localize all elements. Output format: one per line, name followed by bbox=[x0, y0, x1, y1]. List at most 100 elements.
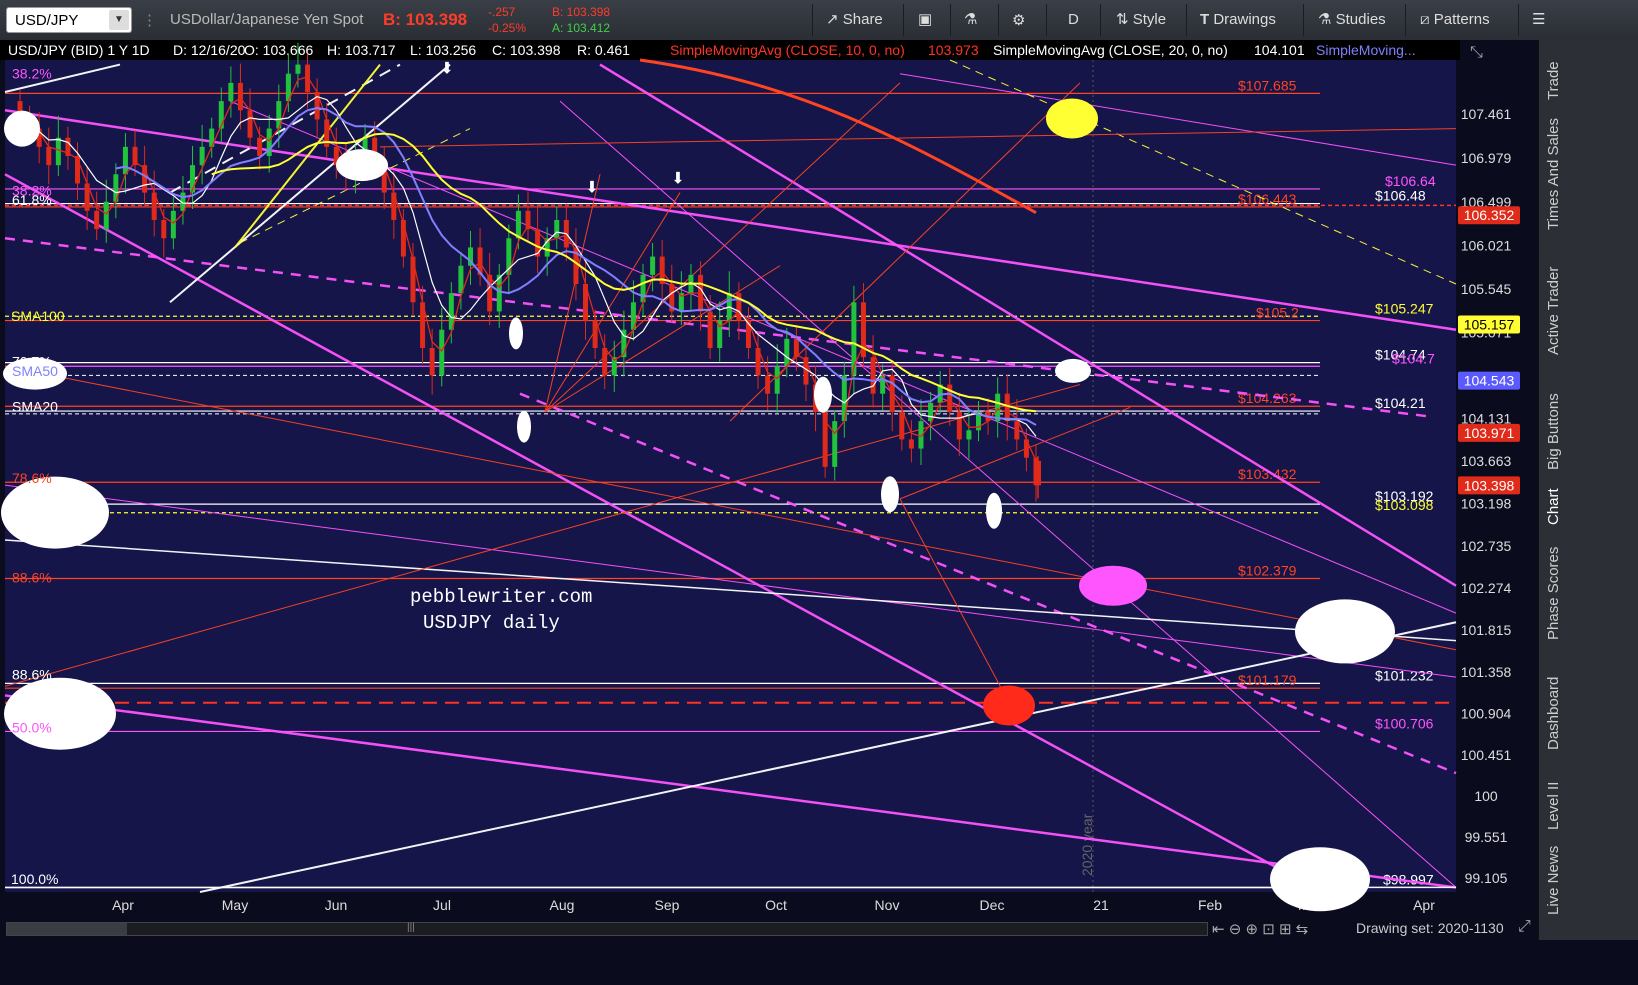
side-tab-active-trader[interactable]: Active Trader bbox=[1545, 267, 1562, 355]
price-level-label: $101.232 bbox=[1375, 667, 1434, 683]
candle-body bbox=[765, 375, 771, 394]
price-bubble-label: 104.543 bbox=[1464, 373, 1515, 389]
y-tick-label: 103.663 bbox=[1461, 453, 1512, 469]
x-tick-label: 21 bbox=[1093, 897, 1109, 913]
y-tick-label: 105.545 bbox=[1461, 281, 1512, 297]
left-level-label: 61.8% bbox=[12, 192, 52, 208]
collapse-icon: ⤡ bbox=[1470, 44, 1483, 61]
header-high: H: 103.717 bbox=[327, 42, 396, 58]
x-tick-label: Jun bbox=[325, 897, 348, 913]
x-tick-label: Oct bbox=[765, 897, 787, 913]
side-tab-level-ii[interactable]: Level II bbox=[1545, 770, 1562, 830]
zoom-controls[interactable]: ⇤ ⊖ ⊕ ⊡ ⊞ ⇆ bbox=[1212, 920, 1308, 938]
net-change: -.257 bbox=[488, 5, 516, 19]
studies-icon: ⚗ bbox=[1318, 11, 1336, 28]
menu-button[interactable]: ☰ bbox=[1532, 8, 1545, 32]
candle-body bbox=[295, 64, 301, 74]
watermark-line2: USDJPY daily bbox=[423, 612, 560, 634]
y-tick-label: 102.735 bbox=[1461, 538, 1512, 554]
side-tab-chart[interactable]: Chart bbox=[1545, 465, 1562, 525]
price-bubble-label: 103.971 bbox=[1464, 425, 1515, 441]
side-tab-dashboard[interactable]: Dashboard bbox=[1545, 677, 1562, 750]
down-arrow-marker: ⬇ bbox=[440, 61, 453, 78]
candle-body bbox=[228, 82, 234, 102]
share-button[interactable]: ↗ Share bbox=[826, 8, 883, 32]
header-sma10: SimpleMovingAvg (CLOSE, 10, 0, no) bbox=[670, 42, 905, 58]
y-tick-label: 102.274 bbox=[1461, 580, 1512, 596]
candle-body bbox=[410, 256, 416, 303]
camera-icon: ▣ bbox=[918, 11, 933, 28]
side-tab-times-and-sales[interactable]: Times And Sales bbox=[1545, 118, 1562, 230]
candle-body bbox=[1014, 421, 1020, 440]
price-bubble-label: 103.398 bbox=[1464, 477, 1515, 493]
candle-body bbox=[439, 329, 445, 376]
candle-body bbox=[650, 256, 656, 275]
top-toolbar: USD/JPY ▼ ⋮ USDollar/Japanese Yen Spot B… bbox=[0, 0, 1638, 41]
y-tick-label: 100.904 bbox=[1461, 705, 1512, 721]
style-button[interactable]: ⇅ Style bbox=[1116, 8, 1166, 32]
drawings-button[interactable]: T Drawings bbox=[1200, 8, 1276, 32]
y-tick-label: 106.979 bbox=[1461, 150, 1512, 166]
price-level-label: $103.432 bbox=[1238, 466, 1297, 482]
annotation-ellipse bbox=[4, 677, 116, 750]
header-open: O: 103.666 bbox=[244, 42, 313, 58]
snapshot-button[interactable]: ▣ bbox=[918, 8, 932, 32]
side-tab-phase-scores[interactable]: Phase Scores bbox=[1545, 547, 1562, 640]
symbol-input[interactable]: USD/JPY ▼ bbox=[6, 7, 132, 33]
side-tab-trade[interactable]: Trade bbox=[1545, 40, 1562, 100]
chart-svg[interactable]: USD/JPY (BID) 1 Y 1D D: 12/16/20O: 103.66… bbox=[0, 40, 1538, 940]
price-level-label: $102.379 bbox=[1238, 562, 1297, 578]
header-sma20: SimpleMovingAvg (CLOSE, 20, 0, no) bbox=[993, 42, 1228, 58]
drawing-set-label[interactable]: Drawing set: 2020-1130 bbox=[1356, 920, 1504, 936]
y-tick-label: 99.105 bbox=[1465, 870, 1508, 886]
price-level-label: $105.247 bbox=[1375, 300, 1434, 316]
period-button[interactable]: D bbox=[1068, 8, 1079, 32]
expand-icon[interactable]: ⤢ bbox=[1518, 918, 1531, 936]
x-tick-label: Nov bbox=[875, 897, 900, 913]
candle-body bbox=[602, 348, 608, 376]
chevron-down-icon[interactable]: ▼ bbox=[109, 10, 129, 30]
scrollbar-thumb[interactable] bbox=[7, 923, 127, 935]
header-sma-more: SimpleMoving... bbox=[1316, 42, 1416, 58]
candle-body bbox=[170, 210, 176, 239]
link-icon[interactable]: ⋮ bbox=[142, 11, 157, 29]
settings-button[interactable]: ⚙ bbox=[1012, 8, 1025, 32]
header-close: C: 103.398 bbox=[492, 42, 561, 58]
price-bubble-label: 105.157 bbox=[1464, 317, 1515, 333]
y-tick-label: 101.358 bbox=[1461, 664, 1512, 680]
down-arrow-marker: ⬇ bbox=[585, 180, 598, 197]
header-info: USD/JPY (BID) 1 Y 1D bbox=[8, 42, 150, 58]
side-tab-big-buttons[interactable]: Big Buttons bbox=[1545, 393, 1562, 470]
y-axis-strip bbox=[1456, 60, 1538, 892]
x-tick-label: May bbox=[222, 897, 248, 913]
candle-body bbox=[458, 265, 464, 294]
left-level-label: 88.6% bbox=[12, 569, 52, 585]
y-tick-label: 99.551 bbox=[1465, 829, 1508, 845]
year-label: 2020 year bbox=[1079, 813, 1095, 876]
y-tick-label: 103.198 bbox=[1461, 496, 1512, 512]
studies-button[interactable]: ⚗ Studies bbox=[1318, 8, 1386, 32]
left-level-label: 88.6% bbox=[12, 666, 52, 682]
header-sma20-val: 104.101 bbox=[1254, 42, 1305, 58]
symbol-description: USDollar/Japanese Yen Spot bbox=[170, 11, 364, 28]
chart-area[interactable]: USD/JPY (BID) 1 Y 1D D: 12/16/20 O: 103.66… bbox=[0, 40, 1538, 940]
net-change-pct: -0.25% bbox=[488, 21, 527, 35]
price-level-label: $101.179 bbox=[1238, 672, 1297, 688]
x-tick-label: Apr bbox=[112, 897, 134, 913]
left-level-label: SMA50 bbox=[12, 363, 58, 379]
patterns-button[interactable]: ⧄ Patterns bbox=[1420, 8, 1490, 32]
candle-body bbox=[899, 412, 905, 440]
y-tick-label: 100 bbox=[1474, 788, 1498, 804]
y-tick-label: 106.021 bbox=[1461, 238, 1512, 254]
candle-body bbox=[707, 311, 713, 348]
annotation-ellipse bbox=[1079, 565, 1147, 606]
side-tab-live-news[interactable]: Live News bbox=[1545, 846, 1562, 915]
candle-body bbox=[55, 137, 61, 166]
left-level-label: SMA20 bbox=[12, 399, 58, 415]
annotation-ellipse bbox=[986, 492, 1002, 529]
price-level-label: $104.7 bbox=[1392, 350, 1435, 366]
flask-button[interactable]: ⚗ bbox=[964, 8, 977, 32]
candle-body bbox=[199, 146, 205, 166]
menu-icon: ☰ bbox=[1532, 11, 1546, 28]
horizontal-scrollbar[interactable]: ||| bbox=[6, 922, 1208, 936]
